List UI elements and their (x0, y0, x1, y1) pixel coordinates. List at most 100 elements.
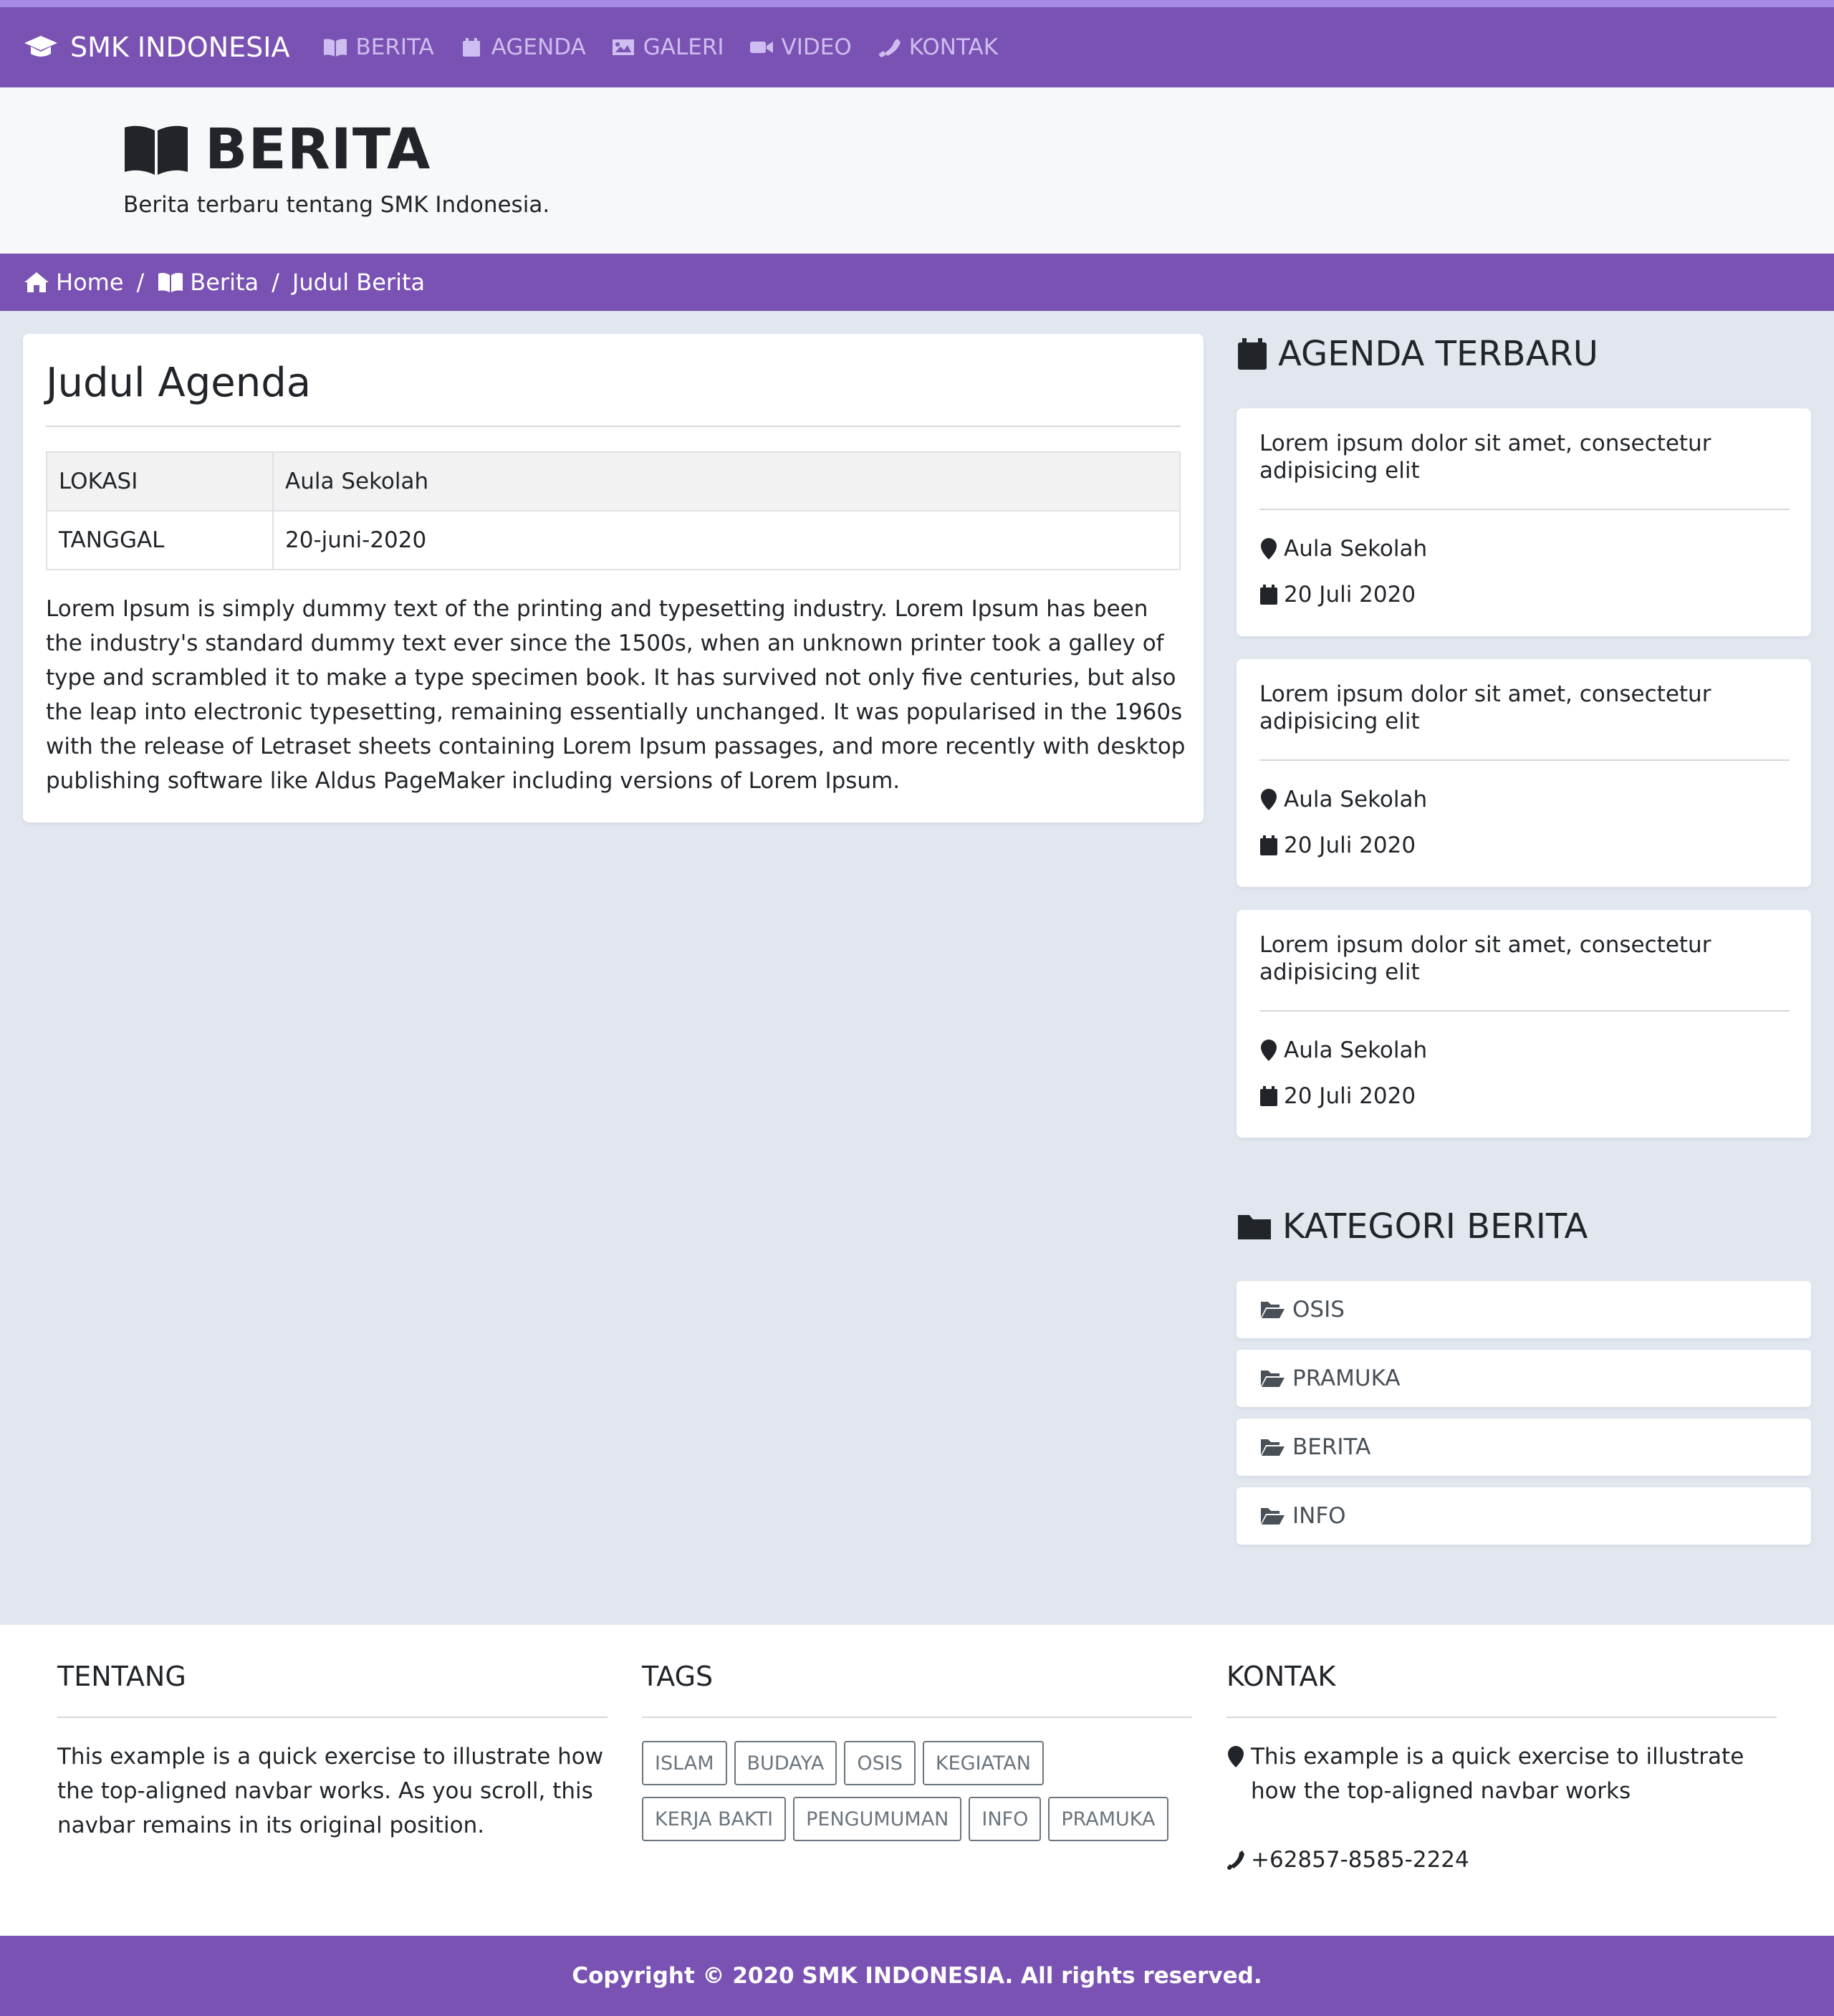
brand-label: SMK INDONESIA (70, 32, 290, 63)
category-item-berita[interactable]: BERITA (1237, 1419, 1811, 1476)
nav-label: VIDEO (781, 34, 852, 60)
phone-icon (1227, 1851, 1244, 1870)
brand-link[interactable]: SMK INDONESIA (23, 32, 289, 63)
agenda-date: 20 Juli 2020 (1259, 582, 1416, 608)
agenda-title: Lorem ipsum dolor sit amet, consectetur … (1259, 681, 1711, 734)
tag-kerja-bakti[interactable]: KERJA BAKTI (642, 1797, 787, 1841)
phone-icon (878, 39, 901, 57)
breadcrumb-separator: / (136, 269, 145, 296)
footer-about-heading: TENTANG (57, 1661, 186, 1692)
nav-label: GALERI (643, 34, 724, 60)
category-label: PRAMUKA (1292, 1365, 1401, 1391)
table-cell-label: LOKASI (46, 451, 274, 512)
tag-osis[interactable]: OSIS (844, 1741, 916, 1785)
book-open-icon (324, 39, 347, 57)
page-title-text: BERITA (205, 117, 431, 182)
divider (1259, 1010, 1790, 1012)
book-open-icon (125, 125, 188, 175)
calendar-icon (1260, 1086, 1277, 1106)
article-title: Judul Agenda (46, 360, 312, 406)
agenda-heading-text: AGENDA TERBARU (1278, 334, 1598, 374)
book-open-icon (158, 272, 183, 292)
page-hero: BERITA Berita terbaru tentang SMK Indone… (0, 87, 1834, 254)
folder-open-icon (1261, 1371, 1285, 1387)
category-label: INFO (1292, 1503, 1346, 1529)
table-row: LOKASI Aula Sekolah (46, 451, 1181, 512)
breadcrumb-separator: / (272, 269, 279, 296)
nav-video[interactable]: VIDEO (749, 34, 852, 60)
map-marker-icon (1261, 538, 1277, 560)
nav-label: AGENDA (491, 34, 586, 60)
image-icon (612, 39, 634, 55)
agenda-date-text: 20 Juli 2020 (1284, 832, 1416, 858)
tag-islam[interactable]: ISLAM (642, 1741, 727, 1785)
home-icon (24, 272, 49, 292)
footer-contact-heading: KONTAK (1226, 1661, 1336, 1692)
contact-address: This example is a quick exercise to illu… (1226, 1739, 1792, 1808)
tag-info[interactable]: INFO (969, 1797, 1042, 1841)
category-item-osis[interactable]: OSIS (1237, 1281, 1811, 1338)
tag-pramuka[interactable]: PRAMUKA (1048, 1797, 1168, 1841)
calendar-icon (462, 38, 480, 57)
calendar-icon (1238, 338, 1267, 370)
agenda-card[interactable]: Lorem ipsum dolor sit amet, consectetur … (1237, 408, 1811, 636)
table-cell-value: Aula Sekolah (272, 451, 1181, 512)
agenda-location-text: Aula Sekolah (1284, 1037, 1428, 1063)
agenda-info-table: LOKASI Aula Sekolah TANGGAL 20-juni-2020 (46, 451, 1181, 570)
divider (1259, 509, 1790, 510)
map-marker-icon (1261, 789, 1277, 810)
category-heading-text: KATEGORI BERITA (1282, 1206, 1588, 1247)
divider (642, 1717, 1192, 1718)
nav-berita[interactable]: BERITA (322, 34, 434, 60)
agenda-date-text: 20 Juli 2020 (1284, 1083, 1416, 1109)
map-marker-icon (1261, 1040, 1277, 1061)
nav-label: BERITA (355, 34, 434, 60)
agenda-title: Lorem ipsum dolor sit amet, consectetur … (1259, 431, 1711, 484)
folder-open-icon (1261, 1508, 1285, 1525)
divider (46, 426, 1181, 427)
breadcrumb-label: Berita (190, 269, 259, 296)
folder-icon (1238, 1215, 1271, 1239)
tag-pengumuman[interactable]: PENGUMUMAN (793, 1797, 962, 1841)
agenda-location: Aula Sekolah (1259, 536, 1427, 562)
breadcrumb-label: Home (56, 269, 124, 296)
agenda-location-text: Aula Sekolah (1284, 787, 1428, 812)
contact-address-text: This example is a quick exercise to illu… (1251, 1744, 1744, 1804)
article-card: Judul Agenda LOKASI Aula Sekolah TANGGAL… (23, 334, 1204, 822)
tag-kegiatan[interactable]: KEGIATAN (922, 1741, 1044, 1785)
tag-budaya[interactable]: BUDAYA (734, 1741, 837, 1785)
calendar-icon (1260, 835, 1277, 855)
breadcrumb: Home / Berita / Judul Berita (0, 254, 1834, 311)
agenda-location: Aula Sekolah (1259, 787, 1427, 812)
nav-kontak[interactable]: KONTAK (876, 34, 998, 60)
category-item-pramuka[interactable]: PRAMUKA (1237, 1350, 1811, 1407)
footer: TENTANG This example is a quick exercise… (0, 1625, 1834, 1936)
category-heading: KATEGORI BERITA (1237, 1206, 1588, 1247)
breadcrumb-current: Judul Berita (292, 269, 426, 296)
nav-agenda[interactable]: AGENDA (458, 34, 586, 60)
divider (1259, 759, 1790, 761)
agenda-heading: AGENDA TERBARU (1237, 334, 1598, 374)
tag-list: ISLAM BUDAYA OSIS KEGIATAN KERJA BAKTI P… (642, 1741, 1201, 1853)
copyright-bar: Copyright © 2020 SMK INDONESIA. All righ… (0, 1936, 1834, 2016)
agenda-date: 20 Juli 2020 (1259, 832, 1416, 858)
category-label: OSIS (1292, 1297, 1345, 1323)
video-camera-icon (749, 42, 773, 53)
contact-phone: +62857-8585-2224 (1226, 1843, 1792, 1877)
breadcrumb-berita[interactable]: Berita (157, 269, 259, 296)
page-title: BERITA (123, 117, 431, 182)
footer-tags-heading: TAGS (642, 1661, 714, 1692)
category-item-info[interactable]: INFO (1237, 1487, 1811, 1545)
nav-galeri[interactable]: GALERI (610, 34, 724, 60)
breadcrumb-home[interactable]: Home (23, 269, 124, 296)
copyright-text: Copyright © 2020 SMK INDONESIA. All righ… (572, 1963, 1262, 1989)
agenda-date: 20 Juli 2020 (1259, 1083, 1416, 1109)
agenda-card[interactable]: Lorem ipsum dolor sit amet, consectetur … (1237, 659, 1811, 887)
agenda-card[interactable]: Lorem ipsum dolor sit amet, consectetur … (1237, 910, 1811, 1138)
table-cell-label: TANGGAL (46, 510, 274, 570)
top-accent-strip (0, 0, 1834, 7)
table-cell-value: 20-juni-2020 (272, 510, 1181, 570)
agenda-location: Aula Sekolah (1259, 1037, 1427, 1063)
navbar: SMK INDONESIA BERITA AGENDA GALERI VIDEO… (0, 7, 1834, 87)
divider (1226, 1717, 1777, 1718)
